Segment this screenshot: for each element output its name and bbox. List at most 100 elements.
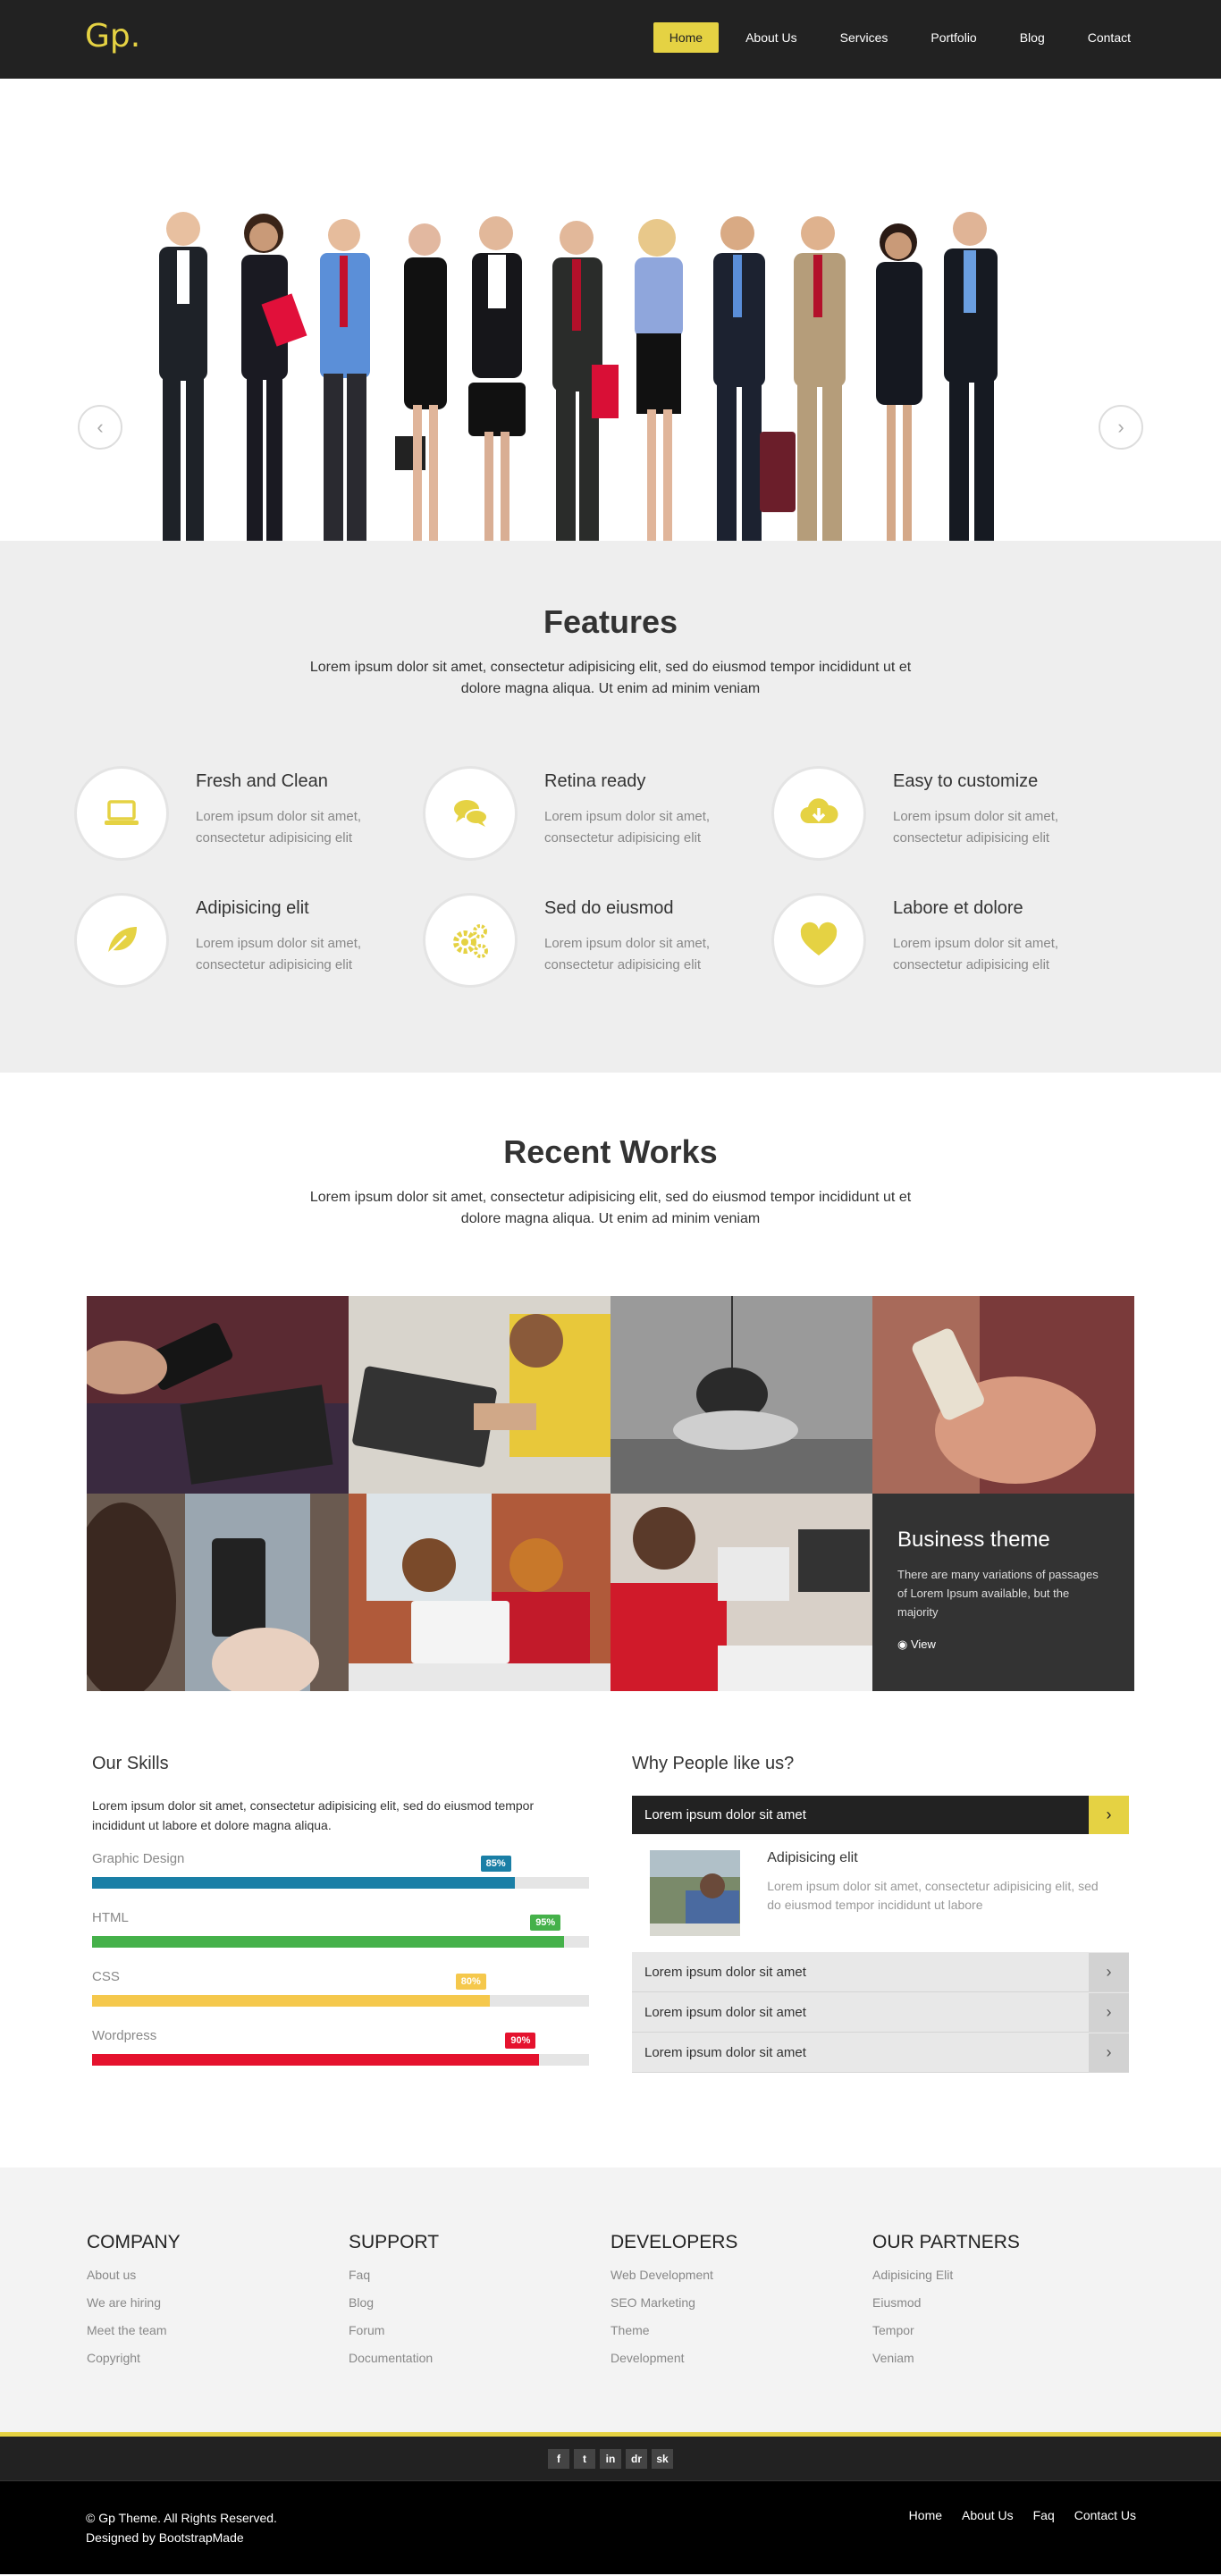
feature-text: Lorem ipsum dolor sit amet, consectetur …: [544, 809, 711, 846]
nav-services[interactable]: Services: [824, 22, 905, 53]
skills-title: Our Skills: [92, 1754, 169, 1773]
feature-text: Lorem ipsum dolor sit amet, consectetur …: [544, 936, 711, 972]
footer-link[interactable]: Copyright: [87, 2351, 349, 2365]
overlay-title: Business theme: [897, 1528, 1050, 1552]
works-title: Recent Works: [503, 1133, 718, 1170]
footer-link[interactable]: Web Development: [610, 2268, 872, 2282]
slider-prev-button[interactable]: ‹: [78, 405, 122, 450]
linkedin-icon[interactable]: in: [600, 2448, 621, 2469]
accordion-item[interactable]: Lorem ipsum dolor sit amet ›: [632, 1952, 1129, 1992]
footer-link[interactable]: Adipisicing Elit: [872, 2268, 1134, 2282]
footer-columns: COMPANY About us We are hiring Meet the …: [87, 2232, 1134, 2378]
bottom-nav-contact[interactable]: Contact Us: [1074, 2508, 1136, 2522]
skill-bar-fill: [92, 1995, 490, 2007]
portfolio-item[interactable]: [610, 1296, 872, 1494]
heart-icon: [771, 893, 866, 988]
nav-portfolio[interactable]: Portfolio: [914, 22, 992, 53]
skill-name: Graphic Design: [92, 1851, 185, 1866]
chevron-right-icon[interactable]: ›: [1089, 1992, 1129, 2032]
skill-percent-badge: 90%: [505, 2033, 536, 2049]
portfolio-overlay-card[interactable]: Business theme There are many variations…: [872, 1494, 1134, 1691]
bottom-nav-home[interactable]: Home: [909, 2508, 942, 2522]
footer-link[interactable]: Tempor: [872, 2323, 1134, 2337]
nav-contact[interactable]: Contact: [1072, 22, 1147, 53]
portfolio-grid: Business theme There are many variations…: [87, 1296, 1134, 1691]
footer-link[interactable]: We are hiring: [87, 2295, 349, 2310]
portfolio-item[interactable]: [872, 1296, 1134, 1494]
skill-bar-track: 80%: [92, 1974, 589, 2007]
feature-title: Adipisicing elit: [196, 898, 309, 918]
accordion-item[interactable]: Lorem ipsum dolor sit amet ›: [632, 1992, 1129, 2033]
nav-about[interactable]: About Us: [729, 22, 813, 53]
site-logo[interactable]: Gp.: [85, 18, 140, 55]
accordion-item[interactable]: Lorem ipsum dolor sit amet ›: [632, 2033, 1129, 2073]
feature-title: Sed do eiusmod: [544, 898, 674, 918]
footer-link[interactable]: Documentation: [349, 2351, 610, 2365]
footer-column-title: DEVELOPERS: [610, 2232, 738, 2252]
portfolio-item[interactable]: [349, 1494, 610, 1691]
footer-link[interactable]: Veniam: [872, 2351, 1134, 2365]
feature-title: Labore et dolore: [893, 898, 1023, 918]
portfolio-item[interactable]: [87, 1494, 349, 1691]
accordion-header-label: Lorem ipsum dolor sit amet: [644, 1807, 806, 1823]
site-footer: COMPANY About us We are hiring Meet the …: [0, 2168, 1221, 2437]
footer-link[interactable]: Theme: [610, 2323, 872, 2337]
twitter-icon[interactable]: t: [574, 2448, 595, 2469]
cloud-download-icon: [771, 766, 866, 861]
nav-home[interactable]: Home: [653, 22, 720, 53]
footer-link[interactable]: Development: [610, 2351, 872, 2365]
view-link[interactable]: ◉ View: [897, 1637, 1109, 1652]
skill-item: HTML 95%: [92, 1910, 589, 1948]
footer-column: DEVELOPERS Web Development SEO Marketing…: [610, 2232, 872, 2378]
eye-icon: ◉: [897, 1637, 911, 1651]
skype-icon[interactable]: sk: [652, 2448, 673, 2469]
skills-intro: Lorem ipsum dolor sit amet, consectetur …: [92, 1798, 535, 1832]
bottom-nav-faq[interactable]: Faq: [1033, 2508, 1055, 2522]
chevron-right-icon[interactable]: ›: [1089, 1796, 1129, 1834]
skill-bar-track: 95%: [92, 1915, 589, 1948]
features-subtitle: Lorem ipsum dolor sit amet, consectetur …: [309, 660, 912, 696]
footer-link[interactable]: Faq: [349, 2268, 610, 2282]
feature-text: Lorem ipsum dolor sit amet, consectetur …: [893, 936, 1059, 972]
nav-blog[interactable]: Blog: [1004, 22, 1061, 53]
chat-bubbles-icon: [423, 766, 518, 861]
accordion-body-text: Lorem ipsum dolor sit amet, consectetur …: [767, 1879, 1099, 1912]
facebook-icon[interactable]: f: [548, 2448, 569, 2469]
dribbble-icon[interactable]: dr: [626, 2448, 647, 2469]
feature-text: Lorem ipsum dolor sit amet, consectetur …: [196, 809, 362, 846]
skill-bar-track: 90%: [92, 2033, 589, 2066]
skill-name: HTML: [92, 1910, 129, 1925]
footer-column-title: OUR PARTNERS: [872, 2232, 1020, 2252]
footer-link[interactable]: SEO Marketing: [610, 2295, 872, 2310]
footer-column: COMPANY About us We are hiring Meet the …: [87, 2232, 349, 2378]
skill-percent-badge: 80%: [455, 1974, 486, 1990]
slider-next-button[interactable]: ›: [1099, 405, 1143, 450]
hero-slider: ‹ ›: [0, 79, 1221, 541]
designed-by[interactable]: Designed by BootstrapMade: [86, 2528, 277, 2547]
portfolio-item[interactable]: [87, 1296, 349, 1494]
feature-item: Adipisicing elit Lorem ipsum dolor sit am…: [74, 893, 423, 988]
footer-column: SUPPORT Faq Blog Forum Documentation: [349, 2232, 610, 2378]
footer-link[interactable]: Eiusmod: [872, 2295, 1134, 2310]
features-section: Features Lorem ipsum dolor sit amet, con…: [0, 541, 1221, 1073]
skill-percent-badge: 95%: [530, 1915, 561, 1931]
chevron-right-icon[interactable]: ›: [1089, 2033, 1129, 2072]
footer-column-title: SUPPORT: [349, 2232, 440, 2252]
chevron-right-icon[interactable]: ›: [1089, 1952, 1129, 1991]
feature-title: Fresh and Clean: [196, 771, 328, 791]
feature-item: Labore et dolore Lorem ipsum dolor sit am…: [771, 893, 1120, 988]
portfolio-item[interactable]: [610, 1494, 872, 1691]
footer-link[interactable]: Meet the team: [87, 2323, 349, 2337]
features-title: Features: [543, 603, 678, 640]
footer-link[interactable]: Forum: [349, 2323, 610, 2337]
bottom-nav-about[interactable]: About Us: [962, 2508, 1014, 2522]
feature-item: Sed do eiusmod Lorem ipsum dolor sit amet…: [423, 893, 771, 988]
footer-link[interactable]: Blog: [349, 2295, 610, 2310]
accordion-open-header[interactable]: Lorem ipsum dolor sit amet ›: [632, 1796, 1129, 1834]
portfolio-item[interactable]: [349, 1296, 610, 1494]
features-grid: Fresh and Clean Lorem ipsum dolor sit ame…: [74, 766, 1147, 988]
why-title: Why People like us?: [632, 1754, 795, 1773]
footer-column-title: COMPANY: [87, 2232, 181, 2252]
skill-bar-fill: [92, 1877, 515, 1889]
footer-link[interactable]: About us: [87, 2268, 349, 2282]
